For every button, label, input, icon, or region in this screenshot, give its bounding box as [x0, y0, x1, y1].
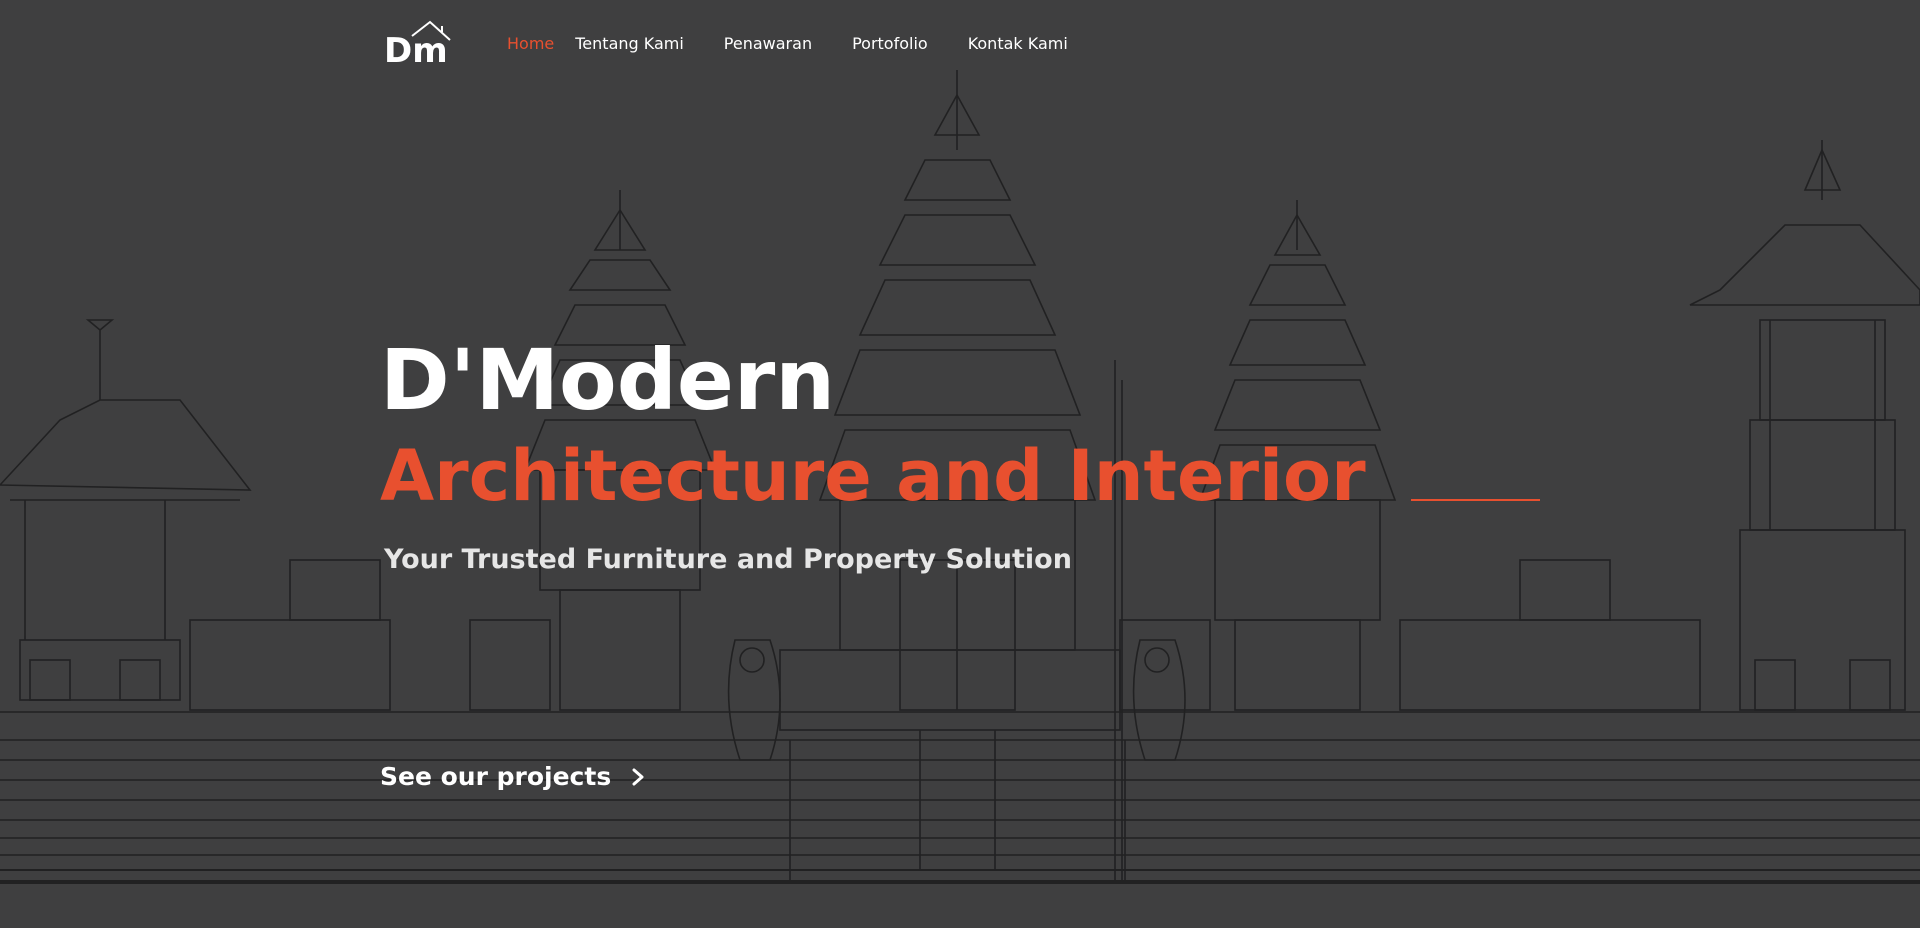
main-nav: Home Tentang Kami Penawaran Portofolio K… [507, 32, 1108, 56]
cta-label: See our projects [380, 762, 612, 791]
dmodern-logo[interactable]: Dm [382, 18, 458, 70]
nav-item-penawaran[interactable]: Penawaran [724, 32, 812, 56]
accent-divider [1411, 499, 1540, 501]
hero-title-accent: Architecture and Interior [380, 435, 1366, 517]
nav-item-portofolio[interactable]: Portofolio [852, 32, 928, 56]
see-projects-link[interactable]: See our projects [380, 760, 649, 794]
logo-text: Dm [384, 31, 448, 70]
hero-subtitle: Your Trusted Furniture and Property Solu… [384, 544, 1072, 575]
nav-item-tentang-kami[interactable]: Tentang Kami [575, 32, 684, 56]
hero-title: D'Modern [380, 331, 836, 429]
nav-item-kontak-kami[interactable]: Kontak Kami [968, 32, 1068, 56]
chevron-right-icon [632, 768, 644, 786]
hero-section: Dm Home Tentang Kami Penawaran Portofoli… [0, 0, 1920, 930]
nav-item-home[interactable]: Home [507, 32, 554, 56]
